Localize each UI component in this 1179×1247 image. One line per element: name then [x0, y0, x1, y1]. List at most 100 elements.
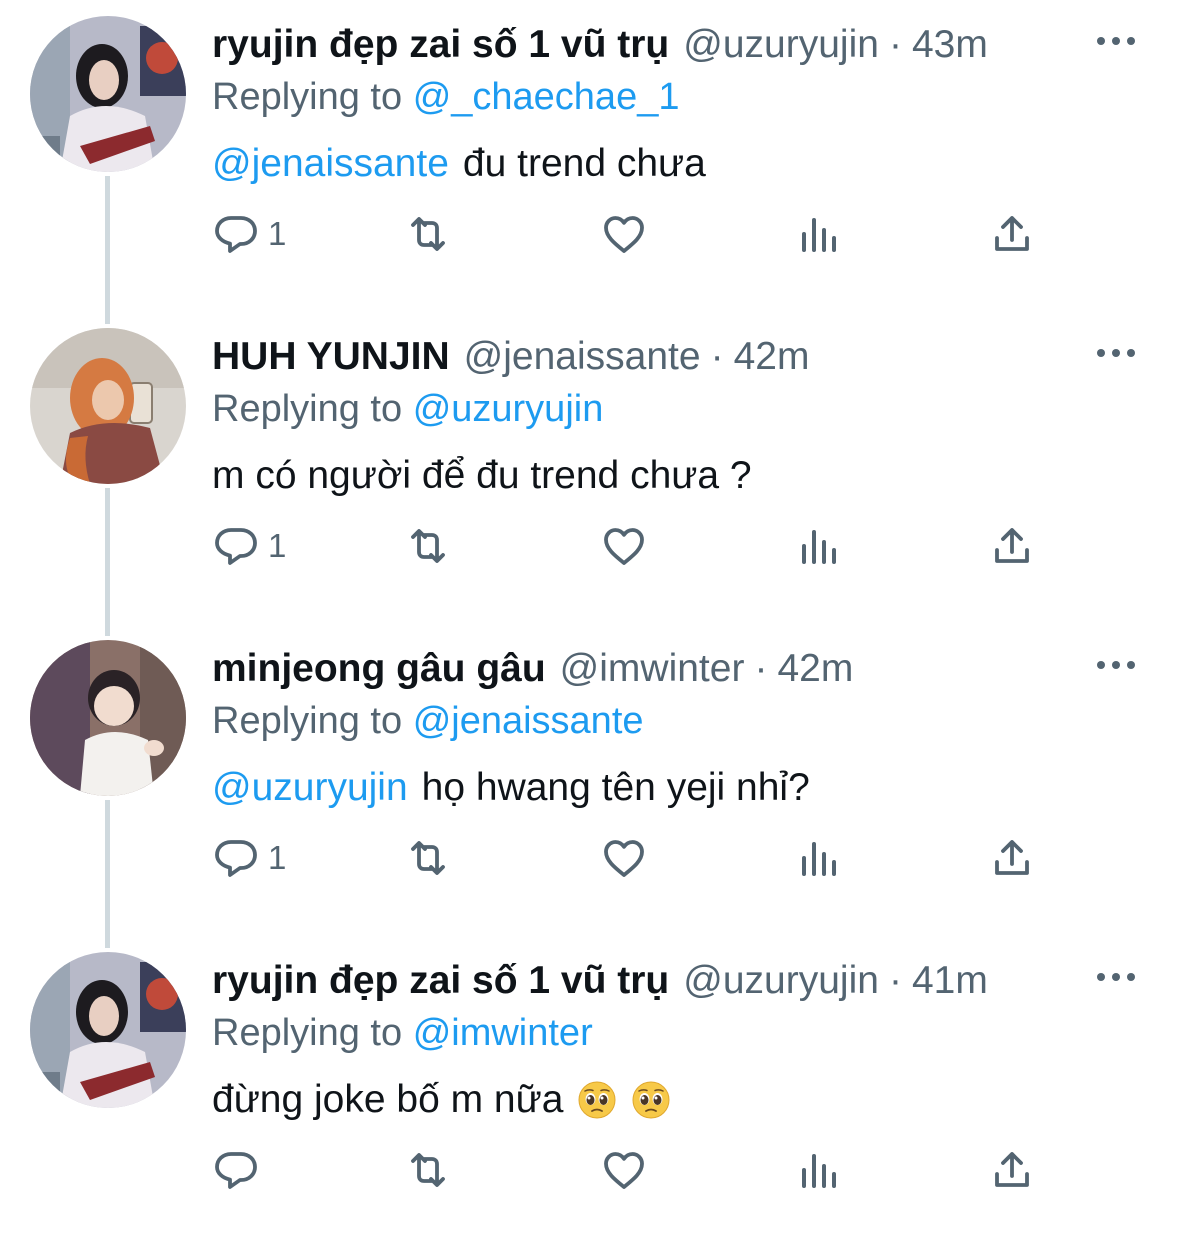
timestamp[interactable]: 42m [777, 646, 853, 692]
retweet-icon [411, 217, 445, 251]
views-button[interactable] [794, 516, 842, 576]
avatar[interactable] [30, 952, 186, 1108]
tweet-body: đừng joke bố m nữa [212, 1078, 564, 1121]
share-button[interactable] [988, 1140, 1036, 1200]
action-bar: 1 [212, 516, 1052, 576]
minjeong-avatar [30, 640, 186, 796]
action-bar: 1 [212, 204, 1052, 264]
heart-icon [604, 216, 644, 253]
timestamp[interactable]: 42m [734, 334, 810, 380]
retweet-button[interactable] [404, 828, 452, 888]
more-icon[interactable] [1097, 34, 1135, 48]
reply-icon [215, 528, 257, 565]
tweet[interactable]: HUH YUNJIN @jenaissante · 42m Replying t… [0, 312, 1179, 624]
separator: · [710, 335, 724, 378]
replying-mention[interactable]: @_chaechae_1 [413, 76, 680, 118]
pleading-face-emoji [578, 1081, 616, 1119]
replying-to: Replying to @_chaechae_1 [212, 74, 679, 120]
heart-icon [604, 528, 644, 565]
tweet-text: đừng joke bố m nữa [212, 1076, 671, 1124]
avatar[interactable] [30, 328, 186, 484]
ryujin-avatar [30, 952, 186, 1108]
display-name[interactable]: ryujin đẹp zai số 1 vũ trụ [212, 958, 669, 1004]
reply-count: 1 [268, 839, 287, 876]
retweet-button[interactable] [404, 1140, 452, 1200]
share-icon [995, 528, 1029, 563]
retweet-icon [411, 1153, 445, 1187]
ryujin-avatar [30, 16, 186, 172]
share-button[interactable] [988, 516, 1036, 576]
reply-count: 1 [268, 215, 287, 252]
display-name[interactable]: ryujin đẹp zai số 1 vũ trụ [212, 22, 669, 68]
retweet-button[interactable] [404, 516, 452, 576]
avatar[interactable] [30, 640, 186, 796]
reply-button[interactable] [212, 1140, 268, 1200]
replying-mention[interactable]: @uzuryujin [413, 388, 604, 430]
user-handle[interactable]: @imwinter [560, 646, 745, 692]
more-icon[interactable] [1097, 658, 1135, 672]
analytics-icon [802, 842, 836, 876]
reply-button[interactable]: 1 [212, 828, 286, 888]
retweet-button[interactable] [404, 204, 452, 264]
views-button[interactable] [794, 828, 842, 888]
separator: · [754, 647, 768, 690]
views-button[interactable] [794, 204, 842, 264]
like-button[interactable] [600, 1140, 648, 1200]
reply-count: 1 [268, 527, 287, 564]
separator: · [888, 959, 902, 1002]
replying-to: Replying to @imwinter [212, 1010, 593, 1056]
replying-mention[interactable]: @imwinter [413, 1012, 593, 1054]
reply-button[interactable]: 1 [212, 516, 286, 576]
tweet-body: họ hwang tên yeji nhỉ? [421, 766, 810, 809]
avatar[interactable] [30, 16, 186, 172]
heart-icon [604, 1152, 644, 1189]
user-handle[interactable]: @uzuryujin [683, 22, 879, 68]
tweet[interactable]: minjeong gâu gâu @imwinter · 42m Replyin… [0, 624, 1179, 936]
replying-to: Replying to @jenaissante [212, 698, 644, 744]
share-icon [995, 216, 1029, 251]
separator: · [888, 23, 902, 66]
timestamp[interactable]: 43m [912, 22, 988, 68]
retweet-icon [411, 529, 445, 563]
share-icon [995, 840, 1029, 875]
tweet-text: m có người để đu trend chưa ? [212, 452, 752, 500]
share-button[interactable] [988, 828, 1036, 888]
user-handle[interactable]: @jenaissante [464, 334, 701, 380]
tweet-text: @uzuryujin họ hwang tên yeji nhỉ? [212, 764, 810, 812]
replying-label: Replying to [212, 1012, 403, 1054]
replying-to: Replying to @uzuryujin [212, 386, 603, 432]
tweet[interactable]: ryujin đẹp zai số 1 vũ trụ @uzuryujin · … [0, 0, 1179, 312]
action-bar: 1 [212, 828, 1052, 888]
like-button[interactable] [600, 516, 648, 576]
retweet-icon [411, 841, 445, 875]
analytics-icon [802, 218, 836, 252]
heart-icon [604, 840, 644, 877]
replying-label: Replying to [212, 700, 403, 742]
timestamp[interactable]: 41m [912, 958, 988, 1004]
reply-button[interactable]: 1 [212, 204, 286, 264]
display-name[interactable]: HUH YUNJIN [212, 334, 450, 380]
reply-icon [215, 840, 257, 877]
tweet-text: @jenaissante đu trend chưa [212, 140, 706, 188]
tweet-body: m có người để đu trend chưa ? [212, 454, 752, 497]
tweet-body: đu trend chưa [462, 142, 706, 185]
replying-label: Replying to [212, 388, 403, 430]
views-button[interactable] [794, 1140, 842, 1200]
like-button[interactable] [600, 828, 648, 888]
share-icon [995, 1152, 1029, 1187]
yunjin-avatar [30, 328, 186, 484]
tweet[interactable]: ryujin đẹp zai số 1 vũ trụ @uzuryujin · … [0, 936, 1179, 1247]
display-name[interactable]: minjeong gâu gâu [212, 646, 546, 692]
mention-link[interactable]: @jenaissante [212, 140, 449, 188]
mention-link[interactable]: @uzuryujin [212, 764, 408, 812]
reply-icon [215, 1152, 257, 1189]
analytics-icon [802, 1154, 836, 1188]
user-handle[interactable]: @uzuryujin [683, 958, 879, 1004]
more-icon[interactable] [1097, 346, 1135, 360]
analytics-icon [802, 530, 836, 564]
like-button[interactable] [600, 204, 648, 264]
pleading-face-emoji [632, 1081, 670, 1119]
more-icon[interactable] [1097, 970, 1135, 984]
share-button[interactable] [988, 204, 1036, 264]
replying-mention[interactable]: @jenaissante [413, 700, 644, 742]
